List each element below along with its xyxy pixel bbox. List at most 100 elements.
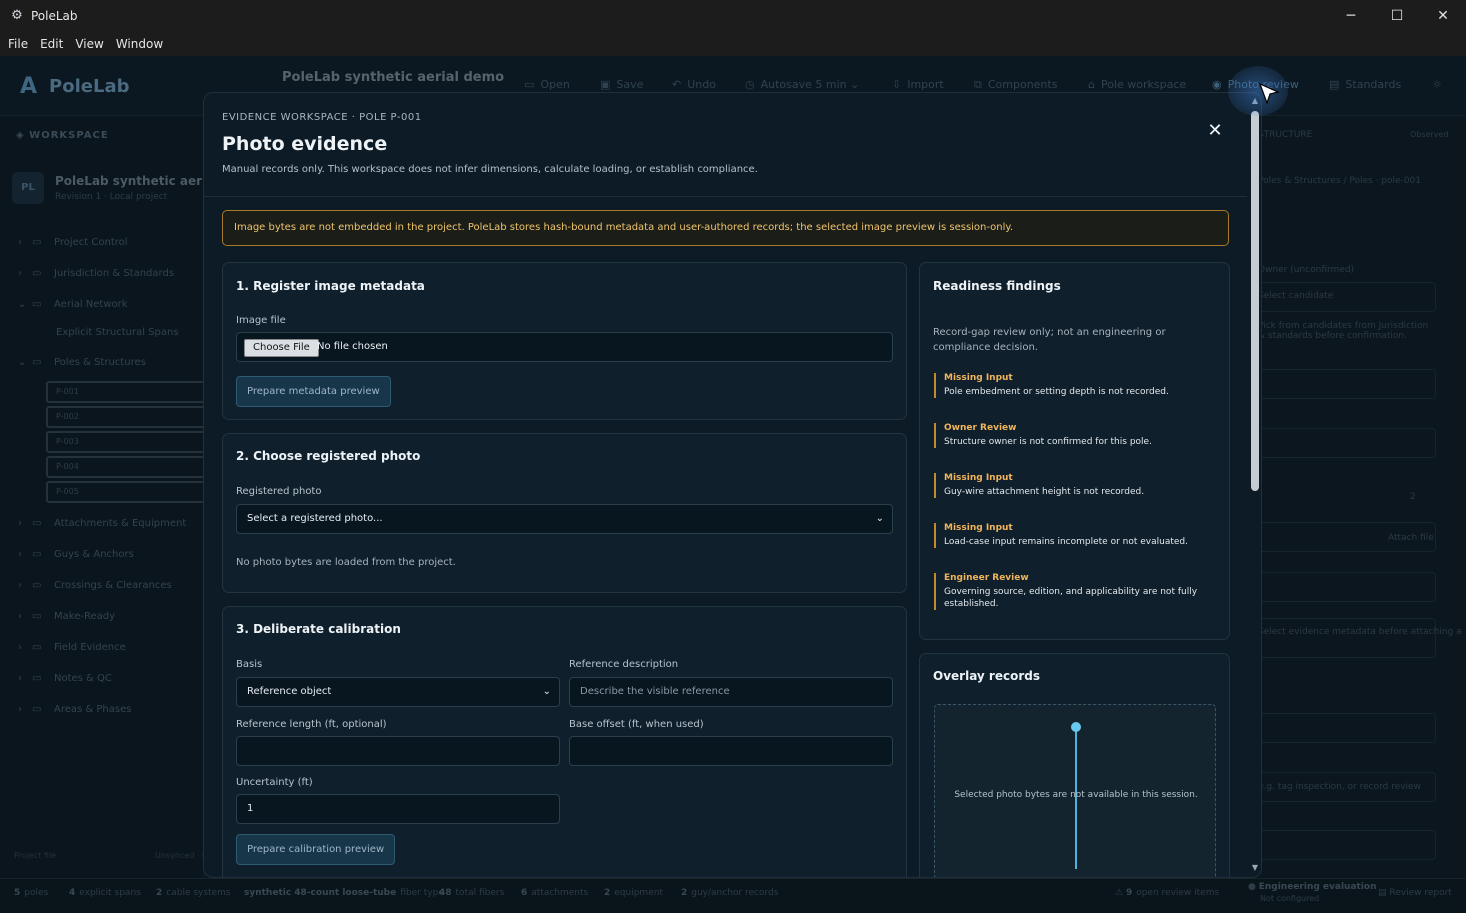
toolbar-import-button[interactable]: ⇩ Import — [892, 78, 944, 91]
tree-item-crossings[interactable]: › ▭ Crossings & Clearances — [18, 580, 172, 591]
reference-length-input[interactable] — [236, 736, 560, 766]
modal-eyebrow: EVIDENCE WORKSPACE · POLE P-001 — [222, 112, 422, 123]
finding-type: Missing Input — [944, 373, 1013, 383]
chevron-right-icon: › — [18, 673, 22, 684]
toolbar-components-button[interactable]: ⧉ Components — [974, 78, 1057, 92]
menubar: File Edit View Window — [0, 32, 1466, 56]
prepare-metadata-button[interactable]: Prepare metadata preview — [236, 376, 391, 407]
calibration-card: 3. Deliberate calibration Basis Referenc… — [222, 606, 907, 877]
mouse-cursor-icon — [1258, 82, 1280, 105]
scroll-down-arrow-icon[interactable]: ▼ — [1248, 863, 1261, 875]
reference-length-label: Reference length (ft, optional) — [236, 719, 387, 730]
overlay-message: Selected photo bytes are not available i… — [954, 790, 1198, 800]
registered-photo-select[interactable]: Select a registered photo... ⌄ — [236, 504, 893, 534]
sidebar-project[interactable]: PL PoleLab synthetic aerial demo Revisio… — [12, 170, 260, 210]
reference-description-label: Reference description — [569, 659, 679, 670]
prepare-calibration-button[interactable]: Prepare calibration preview — [236, 834, 396, 865]
register-card-title: 1. Register image metadata — [236, 279, 425, 293]
tree-item-notes-qc[interactable]: › ▭ Notes & QC — [18, 673, 112, 684]
layers-icon: ◈ — [16, 130, 30, 141]
base-offset-input[interactable] — [569, 736, 893, 766]
tree-item-project-control[interactable]: › ▭ Project Control — [18, 237, 128, 248]
overlay-handle[interactable] — [1071, 722, 1081, 732]
report-icon: ▤ — [1378, 888, 1390, 898]
autosave-select[interactable]: ◷ Autosave 5 min ⌄ — [745, 78, 859, 91]
modal-close-icon[interactable]: ✕ — [1204, 120, 1226, 142]
structure-select[interactable] — [1254, 428, 1436, 458]
clock-icon: ◷ — [745, 78, 755, 91]
tree-item-field-evidence[interactable]: › ▭ Field Evidence — [18, 642, 126, 653]
finding-type: Engineer Review — [944, 573, 1029, 583]
tree-item-guys-anchors[interactable]: › ▭ Guys & Anchors — [18, 549, 134, 560]
stat-equipment: 2 equipment — [604, 888, 663, 898]
menu-view[interactable]: View — [71, 37, 107, 51]
uncertainty-input[interactable]: 1 — [236, 794, 560, 824]
record-field[interactable] — [1254, 830, 1436, 860]
attach-hint-box — [1254, 618, 1436, 658]
tree-item-poles[interactable]: ⌄ ▭ Poles & Structures — [18, 357, 146, 368]
chevron-right-icon: › — [18, 704, 22, 715]
pole-item[interactable]: P-001 — [46, 381, 206, 403]
tree-item-make-ready[interactable]: › ▭ Make-Ready — [18, 611, 115, 622]
reference-description-input[interactable]: Describe the visible reference — [569, 677, 893, 707]
brand: A PoleLab — [20, 74, 129, 99]
menu-window[interactable]: Window — [112, 37, 167, 51]
finding-type: Owner Review — [944, 423, 1017, 433]
file-status: No file chosen — [317, 341, 388, 352]
attach-hint: Select evidence metadata before attachin… — [1258, 627, 1462, 637]
theme-toggle-icon[interactable]: ☼ — [1432, 78, 1442, 91]
chevron-down-icon: ⌄ — [18, 357, 27, 368]
pole-item[interactable]: P-003 — [46, 431, 206, 453]
review-report-button[interactable]: ▤ Review report — [1378, 888, 1452, 898]
tree-item-jurisdiction[interactable]: › ▭ Jurisdiction & Standards — [18, 268, 174, 279]
basis-select[interactable]: Reference object ⌄ — [236, 677, 560, 707]
engineering-evaluation-status: Not configured — [1260, 894, 1320, 903]
chevron-down-icon: ⌄ — [542, 686, 551, 697]
stat-spans: 4 explicit spans — [69, 888, 141, 898]
overlay-records-card: Overlay records Selected photo bytes are… — [919, 653, 1230, 877]
no-photo-note: No photo bytes are loaded from the proje… — [236, 557, 456, 568]
pole-item[interactable]: P-002 — [46, 406, 206, 428]
toolbar-standards-button[interactable]: ▤ Standards — [1329, 78, 1401, 91]
finding-item: Engineer Review Governing source, editio… — [934, 573, 1204, 610]
tree-item-aerial-network[interactable]: ⌄ ▭ Aerial Network — [18, 299, 128, 310]
choose-file-button[interactable]: Choose File — [244, 339, 319, 357]
chevron-right-icon: › — [18, 237, 22, 248]
modal-scroll-thumb[interactable] — [1251, 111, 1259, 491]
finding-item: Owner Review Structure owner is not conf… — [934, 423, 1204, 448]
sidebar-footer-file: Project file — [14, 851, 57, 860]
window-close-button[interactable]: ✕ — [1420, 0, 1466, 32]
maximize-button[interactable]: ☐ — [1374, 0, 1420, 32]
pole-item[interactable]: P-004 — [46, 456, 206, 478]
stat-cables: 2 cable systems — [156, 888, 231, 898]
warning-icon: ⚠ — [1115, 888, 1126, 898]
image-file-input[interactable]: Choose File No file chosen — [236, 332, 893, 362]
toolbar-pole-workspace-button[interactable]: ⌂ Pole workspace — [1088, 78, 1186, 91]
tree-item-explicit-spans[interactable]: Explicit Structural Spans — [56, 327, 179, 338]
candidate-value: Select candidate — [1258, 291, 1334, 301]
toolbar-open-button[interactable]: ▭ Open — [524, 78, 570, 91]
registered-photo-label: Registered photo — [236, 486, 322, 497]
readiness-title: Readiness findings — [933, 279, 1061, 293]
menu-file[interactable]: File — [4, 37, 32, 51]
tree-item-attachments[interactable]: › ▭ Attachments & Equipment — [18, 518, 186, 529]
brand-name: PoleLab — [49, 76, 130, 97]
basis-label: Basis — [236, 659, 263, 670]
structure-select[interactable] — [1254, 713, 1436, 743]
pole-item[interactable]: P-005 — [46, 481, 206, 503]
tree-item-areas-phases[interactable]: › ▭ Areas & Phases — [18, 704, 131, 715]
toolbar-undo-button[interactable]: ↶ Undo — [672, 78, 716, 91]
project-avatar: PL — [12, 172, 44, 204]
review-items[interactable]: ⚠ 9 open review items — [1115, 888, 1219, 898]
attach-row[interactable] — [1254, 572, 1436, 602]
folder-icon: ▭ — [32, 518, 42, 529]
folder-icon: ▭ — [32, 673, 42, 684]
overlay-canvas[interactable]: Selected photo bytes are not available i… — [934, 704, 1216, 877]
toolbar-save-button[interactable]: ▣ Save — [600, 78, 643, 91]
components-icon: ⧉ — [974, 78, 982, 91]
menu-edit[interactable]: Edit — [36, 37, 67, 51]
chevron-right-icon: › — [18, 580, 22, 591]
structure-field[interactable] — [1254, 369, 1436, 399]
chevron-right-icon: › — [18, 642, 22, 653]
minimize-button[interactable]: ─ — [1328, 0, 1374, 32]
